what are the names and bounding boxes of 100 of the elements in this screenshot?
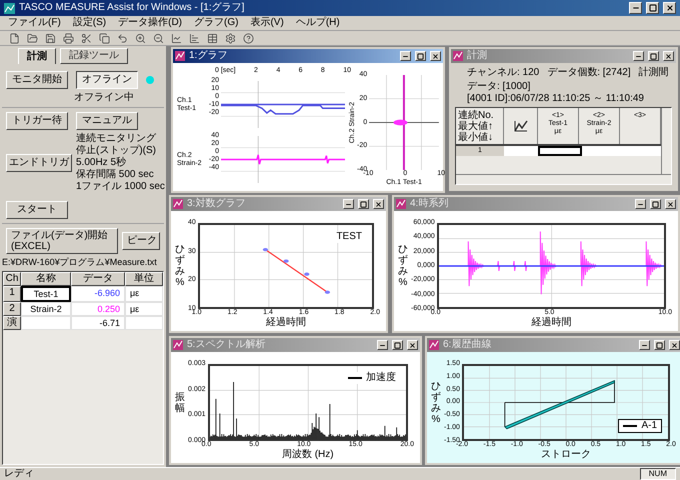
table-cell[interactable]: Strain-2 <box>21 302 71 316</box>
file-start-button[interactable]: ファイル(データ)開始(EXCEL) <box>6 228 118 254</box>
maximize-button[interactable] <box>392 340 403 350</box>
row-header: 1 <box>3 286 21 302</box>
maximize-button[interactable] <box>650 199 661 209</box>
table-cell: με <box>125 286 163 302</box>
window-icon <box>429 340 439 350</box>
close-button[interactable] <box>665 199 676 209</box>
save-tool-button[interactable] <box>44 32 56 44</box>
status-text: レディ <box>4 469 35 479</box>
maximize-button[interactable] <box>415 51 426 61</box>
window-icon <box>453 51 463 61</box>
start-button[interactable]: スタート <box>6 201 68 219</box>
info-text: [4001 ID]:06/07/28 11:10:25 ～ 11:10:49 <box>467 93 644 105</box>
maximize-icon <box>360 200 367 208</box>
window-title: 3:対数グラフ <box>187 199 246 209</box>
maximize-button[interactable] <box>358 199 369 209</box>
y-axis-label: ひずみ% <box>431 380 441 424</box>
window-icon <box>175 51 185 61</box>
legend-label: 加速度 <box>366 372 396 384</box>
line-chart-tool-button[interactable] <box>170 32 182 44</box>
minimize-button[interactable] <box>377 340 388 350</box>
print-icon <box>62 32 74 44</box>
menu-item[interactable]: 設定(S) <box>72 18 106 28</box>
table-cell[interactable]: Test-1 <box>21 286 71 302</box>
help-tool-button[interactable] <box>242 32 254 44</box>
minimize-button[interactable] <box>633 51 644 61</box>
panel-tab[interactable]: 記録ツール <box>60 48 128 64</box>
menu-item[interactable]: グラフ(G) <box>194 18 238 28</box>
table-icon <box>206 32 218 44</box>
menu-item[interactable]: ファイル(F) <box>8 18 61 28</box>
table-cell[interactable] <box>21 316 71 330</box>
maximize-button[interactable] <box>654 340 665 350</box>
table-cell: 0.250 <box>71 302 125 316</box>
close-button[interactable] <box>663 2 676 14</box>
maximize-button[interactable] <box>646 2 659 14</box>
minimize-button[interactable] <box>400 51 411 61</box>
bar-chart-tool-button[interactable] <box>188 32 200 44</box>
close-icon <box>409 342 416 348</box>
undo-tool-button[interactable] <box>116 32 128 44</box>
menu-item[interactable]: データ操作(D) <box>118 18 182 28</box>
setting-text: 保存間隔 500 sec <box>76 169 155 181</box>
selected-table-cell[interactable] <box>538 146 582 156</box>
menu-item[interactable]: ヘルプ(H) <box>296 18 340 28</box>
column-header[interactable]: データ <box>71 272 125 286</box>
window-title: 5:スペクトル解析 <box>187 340 266 350</box>
mode-button[interactable]: モニタ開始 <box>6 71 68 89</box>
copy-icon <box>98 32 110 44</box>
table-cell: με <box>125 302 163 316</box>
open-folder-tool-button[interactable] <box>26 32 38 44</box>
close-button[interactable] <box>663 51 674 61</box>
minimize-button[interactable] <box>639 340 650 350</box>
info-text: データ個数: [2742] <box>547 67 631 79</box>
header-text: 最大値↑ <box>458 120 494 132</box>
new-file-icon <box>8 32 20 44</box>
close-button[interactable] <box>373 199 384 209</box>
settings-tool-button[interactable] <box>224 32 236 44</box>
minimize-button[interactable] <box>629 2 642 14</box>
open-folder-icon <box>26 32 38 44</box>
copy-tool-button[interactable] <box>98 32 110 44</box>
window-title: 1:グラフ <box>189 51 228 61</box>
row-header: 2 <box>3 302 21 316</box>
zoom-out-tool-button[interactable] <box>152 32 164 44</box>
close-button[interactable] <box>407 340 418 350</box>
panel-tab[interactable]: 計測 <box>18 48 56 64</box>
setting-text: 停止(ストップ)(S) <box>76 145 157 156</box>
minimize-button[interactable] <box>635 199 646 209</box>
maximize-button[interactable] <box>648 51 659 61</box>
zoom-in-tool-button[interactable] <box>134 32 146 44</box>
info-text: データ: [1000] <box>467 81 530 93</box>
x-axis-label: 経過時間 <box>530 317 572 329</box>
mode-status-text: オフライン中 <box>73 92 135 104</box>
undo-icon <box>116 32 128 44</box>
maximize-icon <box>652 200 659 208</box>
menu-item[interactable]: 表示(V) <box>250 18 284 28</box>
print-tool-button[interactable] <box>62 32 74 44</box>
line-chart-icon <box>170 32 182 44</box>
column-header[interactable]: Ch <box>3 272 21 286</box>
close-button[interactable] <box>669 340 680 350</box>
mode-button[interactable]: オフライン <box>76 71 138 89</box>
table-tool-button[interactable] <box>206 32 218 44</box>
trigger-button[interactable]: トリガー待 <box>6 112 68 130</box>
close-icon <box>432 52 439 60</box>
column-header[interactable]: 名称 <box>21 272 71 286</box>
row-header: 演 <box>3 316 21 330</box>
new-file-tool-button[interactable] <box>8 32 20 44</box>
maximize-icon <box>394 342 401 348</box>
status-indicator: NUM <box>640 468 676 480</box>
close-button[interactable] <box>430 51 441 61</box>
window-icon <box>173 340 183 350</box>
minimize-button[interactable] <box>343 199 354 209</box>
window-title: 6:履歴曲線 <box>443 340 492 350</box>
column-header[interactable]: 単位 <box>125 272 163 286</box>
end-trigger-button[interactable]: エンドトリガ <box>6 154 72 172</box>
maximize-icon <box>656 342 663 348</box>
maximize-icon <box>417 52 424 60</box>
setting-text: 1ファイル 1000 sec <box>76 181 165 193</box>
trigger-button[interactable]: マニュアル <box>76 112 138 130</box>
peak-button[interactable]: ピーク <box>122 232 160 250</box>
cut-tool-button[interactable] <box>80 32 92 44</box>
